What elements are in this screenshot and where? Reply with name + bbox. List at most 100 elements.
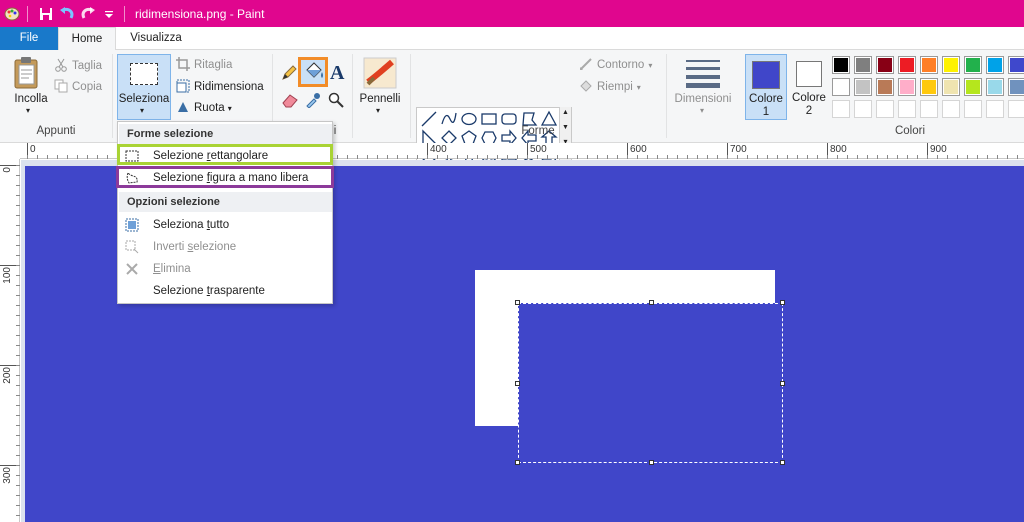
tab-file[interactable]: File <box>0 27 58 50</box>
color-swatch[interactable] <box>920 100 938 118</box>
brushes-icon[interactable] <box>362 56 398 93</box>
menu-item-transparent-selection[interactable]: Selezione trasparente <box>119 280 332 302</box>
fill-bucket-icon[interactable] <box>298 57 328 87</box>
ruler-minor-tick <box>467 155 468 159</box>
label-part: Seleziona <box>153 219 207 231</box>
outline-label: Contorno <box>597 59 645 71</box>
brushes-button[interactable]: Pennelli <box>356 93 404 105</box>
color-swatch[interactable] <box>854 56 872 74</box>
highlight-box-purple <box>116 166 334 188</box>
selection-handle[interactable] <box>780 300 785 305</box>
color-swatch[interactable] <box>942 56 960 74</box>
outline-button[interactable]: Contorno ▾ <box>579 55 652 75</box>
color-swatch[interactable] <box>854 100 872 118</box>
rotate-button[interactable]: Ruota ▾ <box>176 98 232 118</box>
color-swatch[interactable] <box>898 56 916 74</box>
paste-dropdown-icon[interactable]: ▾ <box>26 106 30 115</box>
select-button[interactable]: Seleziona ▾ <box>117 54 171 120</box>
color-swatch[interactable] <box>876 78 894 96</box>
color1-label: Colore <box>749 93 783 105</box>
color-swatch[interactable] <box>832 78 850 96</box>
ruler-minor-tick <box>967 155 968 159</box>
ruler-minor-tick <box>16 295 20 296</box>
scroll-up-icon[interactable]: ▲ <box>560 109 571 116</box>
color-swatch[interactable] <box>1008 100 1024 118</box>
selection-handle[interactable] <box>780 381 785 386</box>
ruler-minor-tick <box>16 415 20 416</box>
color-swatch[interactable] <box>986 78 1004 96</box>
selection-handle[interactable] <box>515 460 520 465</box>
magnifier-icon[interactable] <box>328 92 344 111</box>
resize-button[interactable]: Ridimensiona <box>176 77 264 97</box>
ruler-minor-tick <box>1007 155 1008 159</box>
color1-button[interactable]: Colore 1 <box>745 54 787 120</box>
tab-home[interactable]: Home <box>58 27 116 51</box>
ruler-minor-tick <box>737 155 738 159</box>
size-button[interactable]: Dimensioni <box>672 93 734 105</box>
redo-icon[interactable] <box>79 5 97 23</box>
color-swatch[interactable] <box>876 100 894 118</box>
selection-handle[interactable] <box>649 300 654 305</box>
menu-item-select-all[interactable]: Seleziona tutto <box>119 214 332 236</box>
menu-item-invert-selection[interactable]: Inverti selezione <box>119 236 332 258</box>
color-swatch[interactable] <box>832 56 850 74</box>
undo-icon[interactable] <box>58 5 76 23</box>
color-swatch[interactable] <box>964 100 982 118</box>
color-swatch[interactable] <box>854 78 872 96</box>
ruler-minor-tick <box>77 155 78 159</box>
selection-handle[interactable] <box>780 460 785 465</box>
color-swatch[interactable] <box>876 56 894 74</box>
pencil-icon[interactable] <box>280 64 298 85</box>
color-swatch[interactable] <box>1008 56 1024 74</box>
selection-handle[interactable] <box>515 381 520 386</box>
selection-handle[interactable] <box>515 300 520 305</box>
size-lines-icon[interactable] <box>686 58 720 91</box>
menu-section-selection-shapes: Forme selezione <box>119 124 332 144</box>
tab-view[interactable]: Visualizza <box>116 27 196 50</box>
color-swatch[interactable] <box>964 56 982 74</box>
eraser-icon[interactable] <box>281 92 299 111</box>
rectangular-selection[interactable] <box>518 303 783 463</box>
menu-item-delete[interactable]: Elimina <box>119 258 332 280</box>
ruler-minor-tick <box>937 155 938 159</box>
crop-button[interactable]: Ritaglia <box>176 55 232 75</box>
color-swatch[interactable] <box>920 78 938 96</box>
color-swatch[interactable] <box>832 100 850 118</box>
copy-button[interactable]: Copia <box>54 77 102 97</box>
cut-button[interactable]: Taglia <box>54 56 102 76</box>
color2-button[interactable]: Colore 2 <box>789 54 829 120</box>
paste-icon[interactable] <box>12 56 44 90</box>
delete-label: Elimina <box>153 263 191 275</box>
group-separator <box>112 54 113 138</box>
ruler-minor-tick <box>527 155 528 159</box>
transparent-selection-icon <box>123 282 141 300</box>
select-all-icon <box>123 216 141 234</box>
fill-button[interactable]: Riempi ▾ <box>579 77 641 97</box>
selection-handle[interactable] <box>649 460 654 465</box>
paint-app-icon[interactable] <box>3 5 21 23</box>
rotate-icon <box>176 100 190 117</box>
ruler-minor-tick <box>947 155 948 159</box>
ruler-minor-tick <box>487 155 488 159</box>
size-dropdown-icon[interactable]: ▾ <box>700 106 704 115</box>
color-swatch[interactable] <box>920 56 938 74</box>
color-swatch[interactable] <box>964 78 982 96</box>
save-icon[interactable] <box>37 5 55 23</box>
ruler-label: 400 <box>430 144 447 155</box>
ruler-minor-tick <box>337 155 338 159</box>
brushes-dropdown-icon[interactable]: ▾ <box>376 106 380 115</box>
color-swatch[interactable] <box>986 100 1004 118</box>
color-swatch[interactable] <box>986 56 1004 74</box>
color-swatch[interactable] <box>942 78 960 96</box>
ruler-minor-tick <box>16 345 20 346</box>
customize-qa-icon[interactable] <box>100 5 118 23</box>
label-part: limina <box>160 263 191 275</box>
color-swatch[interactable] <box>1008 78 1024 96</box>
ruler-minor-tick <box>16 275 20 276</box>
color-swatch[interactable] <box>898 78 916 96</box>
color-picker-icon[interactable] <box>305 92 321 111</box>
color-swatch[interactable] <box>898 100 916 118</box>
paste-button[interactable]: Incolla <box>11 93 51 105</box>
color-swatch[interactable] <box>942 100 960 118</box>
text-tool-icon[interactable]: A <box>330 62 344 85</box>
